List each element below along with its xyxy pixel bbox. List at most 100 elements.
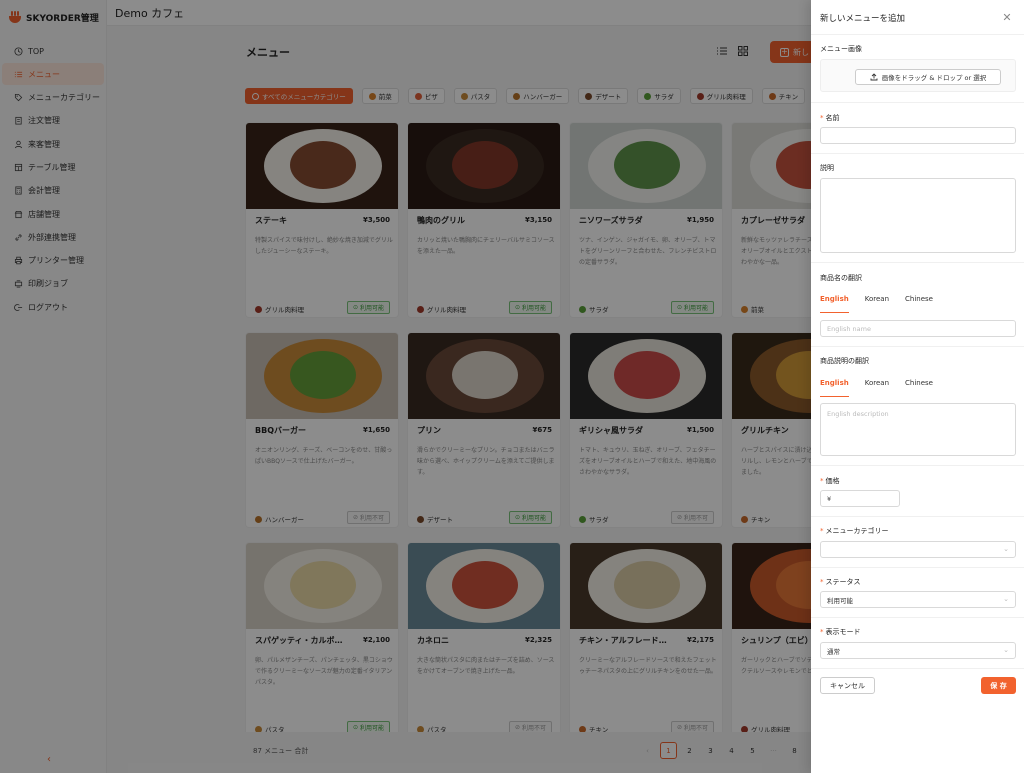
chevron-left-icon[interactable]: ‹ bbox=[47, 754, 51, 765]
filter-chip-label: チキン bbox=[778, 93, 799, 101]
menu-category-label: 前菜 bbox=[751, 306, 764, 314]
sidebar-item-2[interactable]: メニューカテゴリー bbox=[2, 87, 104, 109]
tab-english[interactable]: English bbox=[820, 379, 849, 397]
sidebar-item-9[interactable]: プリンター管理 bbox=[2, 250, 104, 272]
menu-card[interactable]: プリン ¥675 滑らかでクリーミーなプリン。チョコまたはバニラ味から選べ、ホイップ… bbox=[407, 332, 561, 528]
grid-view-icon[interactable] bbox=[737, 45, 749, 57]
page-button[interactable]: 2 bbox=[681, 742, 698, 759]
menu-card[interactable]: BBQバーガー ¥1,650 オニオンリング、チーズ、ベーコンをのせ、甘酸っぱいBB… bbox=[245, 332, 399, 528]
filter-chip[interactable]: すべてのメニューカテゴリー bbox=[245, 88, 353, 104]
upload-button[interactable]: 画像をドラッグ & ドロップ or 選択 bbox=[855, 69, 1001, 85]
status-select[interactable]: 利用可能 ⌄ bbox=[820, 591, 1016, 608]
page-button[interactable]: 1 bbox=[660, 742, 677, 759]
page-button[interactable]: 4 bbox=[723, 742, 740, 759]
menu-name: ギリシャ風サラダ bbox=[579, 426, 643, 435]
sidebar-item-6[interactable]: 会計管理 bbox=[2, 180, 104, 202]
menu-card[interactable]: チキン・アルフレードパスタ ¥2,175 クリーミーなアルフレードソースで和えたフェ… bbox=[569, 542, 723, 732]
sidebar-item-5[interactable]: テーブル管理 bbox=[2, 156, 104, 178]
menu-card[interactable]: ステーキ ¥3,500 特製スパイスで味付けし、絶妙な焼き加減でグリルしたジューシー… bbox=[245, 122, 399, 318]
cancel-button[interactable]: キャンセル bbox=[820, 677, 875, 694]
logout-icon bbox=[14, 303, 23, 312]
category-select[interactable]: ⌄ bbox=[820, 541, 1016, 558]
status-badge[interactable]: ⊘ 利用不可 bbox=[670, 511, 714, 524]
category-icon bbox=[741, 725, 748, 732]
description-label: 説明 bbox=[820, 164, 834, 172]
status-badge[interactable]: ⊙ 利用可能 bbox=[508, 301, 552, 314]
category-icon bbox=[741, 515, 748, 523]
prev-page-button[interactable]: ‹ bbox=[639, 742, 656, 759]
divider bbox=[811, 153, 1024, 154]
list-view-icon[interactable] bbox=[716, 45, 728, 57]
menu-price: ¥2,325 bbox=[524, 636, 552, 644]
sidebar-item-8[interactable]: 外部連携管理 bbox=[2, 226, 104, 248]
sidebar-item-7[interactable]: 店舗管理 bbox=[2, 203, 104, 225]
brand-logo[interactable]: SKYORDER管理 bbox=[8, 9, 99, 25]
tab-korean[interactable]: Korean bbox=[865, 379, 889, 391]
user-icon bbox=[14, 140, 23, 149]
filter-chip[interactable]: 前菜 bbox=[361, 88, 399, 104]
status-badge[interactable]: ⊘ 利用不可 bbox=[508, 721, 552, 732]
sidebar-item-0[interactable]: TOP bbox=[2, 40, 104, 62]
divider bbox=[811, 102, 1024, 103]
tab-chinese[interactable]: Chinese bbox=[905, 379, 933, 391]
display-mode-select[interactable]: 通常 ⌄ bbox=[820, 642, 1016, 659]
filter-chip-label: すべてのメニューカテゴリー bbox=[262, 93, 346, 101]
filter-chip[interactable]: パスタ bbox=[453, 88, 498, 104]
tab-korean[interactable]: Korean bbox=[865, 295, 889, 307]
filter-chip[interactable]: チキン bbox=[761, 88, 806, 104]
menu-category-label: グリル肉料理 bbox=[751, 726, 790, 732]
status-badge-label: 利用可能 bbox=[359, 305, 384, 312]
image-dropzone[interactable]: 画像をドラッグ & ドロップ or 選択 bbox=[820, 59, 1016, 92]
page-button[interactable]: 5 bbox=[744, 742, 761, 759]
menu-card[interactable]: 鴨肉のグリル ¥3,150 カリッと焼いた鴨胸肉にチェリーバルサミコソースを添えた一… bbox=[407, 122, 561, 318]
filter-chip[interactable]: ハンバーガー bbox=[506, 88, 570, 104]
menu-card[interactable]: カネロニ ¥2,325 大きな筒状パスタに肉またはチーズを詰め、ソースをかけてオーブ… bbox=[407, 542, 561, 732]
sidebar-item-1[interactable]: メニュー bbox=[2, 63, 104, 86]
sidebar-item-11[interactable]: ログアウト bbox=[2, 296, 104, 318]
description-textarea[interactable] bbox=[820, 178, 1016, 253]
menu-card[interactable]: ニソワーズサラダ ¥1,950 ツナ、インゲン、ジャガイモ、卵、オリーブ、トマトをグ… bbox=[569, 122, 723, 318]
yen-prefix: ¥ bbox=[827, 494, 832, 503]
price-input[interactable]: ¥ bbox=[820, 490, 900, 507]
filter-chip[interactable]: グリル肉料理 bbox=[689, 88, 753, 104]
menu-photo bbox=[246, 123, 398, 209]
page-button[interactable]: 8 bbox=[786, 742, 803, 759]
status-badge[interactable]: ⊙ 利用可能 bbox=[346, 721, 390, 732]
sidebar-item-10[interactable]: 印刷ジョブ bbox=[2, 273, 104, 295]
english-description-textarea[interactable]: English description bbox=[820, 403, 1016, 456]
filter-chip[interactable]: サラダ bbox=[637, 88, 681, 104]
menu-name: カネロニ bbox=[417, 636, 449, 645]
status-badge[interactable]: ⊙ 利用可能 bbox=[346, 301, 390, 314]
filter-chip[interactable]: デザート bbox=[578, 88, 629, 104]
page-button[interactable]: ··· bbox=[765, 742, 782, 759]
menu-price: ¥3,150 bbox=[524, 216, 552, 224]
name-input[interactable] bbox=[820, 127, 1016, 144]
status-badge[interactable]: ⊘ 利用不可 bbox=[670, 721, 714, 732]
status-badge[interactable]: ⊙ 利用可能 bbox=[508, 511, 552, 524]
menu-category: デザート bbox=[417, 514, 453, 524]
menu-category: グリル肉料理 bbox=[741, 724, 790, 732]
sidebar-item-3[interactable]: 注文管理 bbox=[2, 110, 104, 132]
category-icon bbox=[417, 725, 424, 732]
menu-price: ¥1,950 bbox=[686, 216, 714, 224]
chevron-down-icon: ⌄ bbox=[1003, 595, 1009, 603]
status-badge-label: 利用可能 bbox=[683, 305, 708, 312]
status-badge[interactable]: ⊙ 利用可能 bbox=[670, 301, 714, 314]
menu-description: トマト、キュウリ、玉ねぎ、オリーブ、フェタチーズをオリーブオイルとハーブで和えた… bbox=[579, 447, 717, 476]
add-menu-drawer: 新しいメニューを追加 ✕ メニュー画像 画像をドラッグ & ドロップ or 選択… bbox=[811, 0, 1024, 773]
tab-chinese[interactable]: Chinese bbox=[905, 295, 933, 307]
menu-card[interactable]: ギリシャ風サラダ ¥1,500 トマト、キュウリ、玉ねぎ、オリーブ、フェタチーズをオ… bbox=[569, 332, 723, 528]
close-icon[interactable]: ✕ bbox=[1002, 11, 1012, 24]
sidebar-item-4[interactable]: 来客管理 bbox=[2, 133, 104, 155]
page-button[interactable]: 3 bbox=[702, 742, 719, 759]
english-name-input[interactable]: English name bbox=[820, 320, 1016, 337]
menu-name: BBQバーガー bbox=[255, 426, 306, 435]
tab-english[interactable]: English bbox=[820, 295, 849, 313]
menu-card[interactable]: スパゲッティ・カルボナーラ ¥2,100 卵、パルメザンチーズ、パンチェッタ、黒コシ… bbox=[245, 542, 399, 732]
status-badge[interactable]: ⊘ 利用不可 bbox=[346, 511, 390, 524]
filter-chip[interactable]: ピザ bbox=[407, 88, 445, 104]
save-button[interactable]: 保 存 bbox=[981, 677, 1016, 694]
menu-price: ¥3,500 bbox=[362, 216, 390, 224]
check-circle-icon: ⊙ bbox=[676, 304, 682, 311]
divider bbox=[811, 262, 1024, 263]
